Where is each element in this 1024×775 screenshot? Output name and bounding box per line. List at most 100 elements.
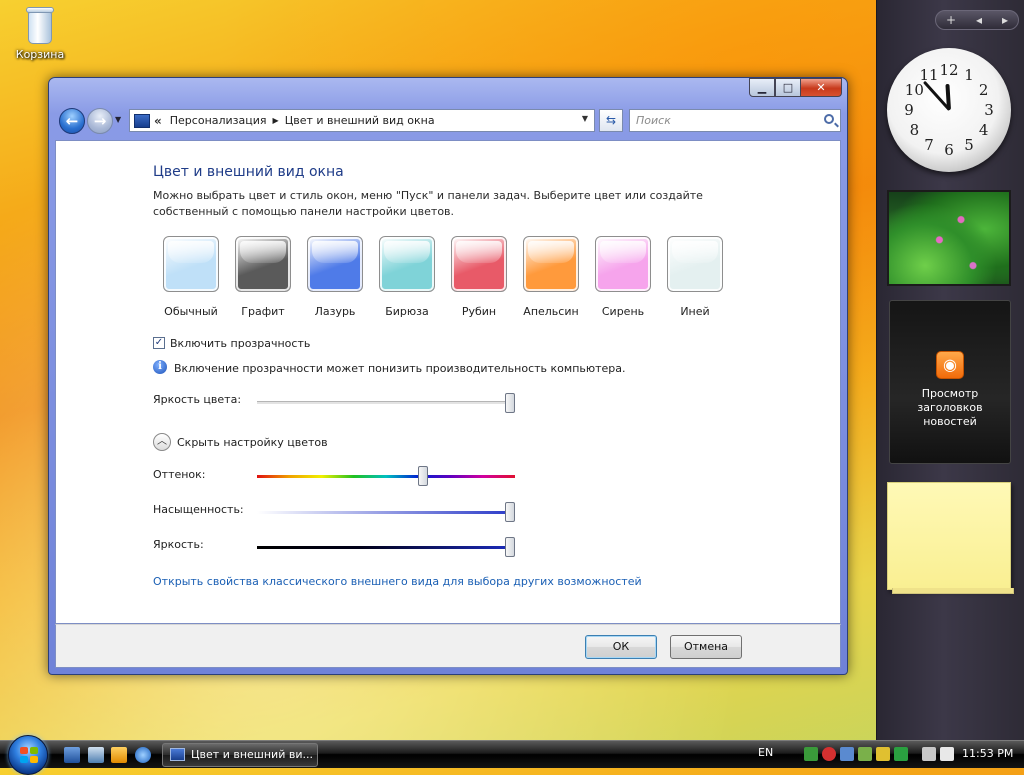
slideshow-gadget[interactable] xyxy=(887,190,1011,286)
switch-windows-icon[interactable] xyxy=(88,747,104,763)
hue-thumb[interactable] xyxy=(418,466,429,486)
address-dropdown-icon[interactable]: ▼ xyxy=(582,114,588,123)
tray-app-icon[interactable] xyxy=(840,747,854,761)
rss-gadget[interactable]: ◉ Просмотр заголовков новостей xyxy=(889,300,1011,464)
tray-warning-icon[interactable] xyxy=(876,747,890,761)
search-icon[interactable] xyxy=(824,114,834,124)
mixer-toggle-button[interactable]: ︿ xyxy=(153,433,171,451)
window-color-dialog: ▁ □ ✕ ← → ▼ « Персонализация ▶ Цвет и вн… xyxy=(48,77,848,675)
mixer-toggle-label[interactable]: Скрыть настройку цветов xyxy=(177,436,328,449)
transparency-checkbox[interactable]: ✓ xyxy=(153,337,165,349)
show-desktop-icon[interactable] xyxy=(64,747,80,763)
taskbar-window-label: Цвет и внешний ви... xyxy=(191,748,313,761)
clock-number: 4 xyxy=(978,121,989,139)
back-arrow-icon: ← xyxy=(65,112,79,130)
saturation-label: Насыщенность: xyxy=(153,503,244,516)
search-placeholder: Поиск xyxy=(636,114,671,127)
navigation-bar: ← → ▼ « Персонализация ▶ Цвет и внешний … xyxy=(55,106,841,136)
clock-number: 2 xyxy=(978,81,989,99)
tray-sync-icon[interactable] xyxy=(894,747,908,761)
swatch-label-4[interactable]: Рубин xyxy=(439,305,519,318)
tray-update-icon[interactable] xyxy=(858,747,872,761)
swatch-6[interactable] xyxy=(595,236,651,292)
swatch-label-7[interactable]: Иней xyxy=(655,305,735,318)
forward-arrow-icon: → xyxy=(93,112,107,130)
swatch-label-5[interactable]: Апельсин xyxy=(511,305,591,318)
hue-slider[interactable] xyxy=(257,466,515,486)
swatch-label-3[interactable]: Бирюза xyxy=(367,305,447,318)
notes-gadget[interactable] xyxy=(887,482,1014,594)
breadcrumb-overflow[interactable]: « xyxy=(154,114,162,128)
color-intensity-label: Яркость цвета: xyxy=(153,393,242,406)
saturation-slider[interactable] xyxy=(257,502,515,522)
tray-volume-icon[interactable] xyxy=(940,747,954,761)
tray-display-icon[interactable] xyxy=(922,747,936,761)
saturation-thumb[interactable] xyxy=(505,502,515,522)
hue-label: Оттенок: xyxy=(153,468,206,481)
next-gadget-button[interactable]: ▸ xyxy=(1002,13,1008,27)
swatch-1[interactable] xyxy=(235,236,291,292)
taskbar: Цвет и внешний ви... EN 11:53 PM xyxy=(0,735,1024,775)
brightness-label: Яркость: xyxy=(153,538,204,551)
clock-number: 8 xyxy=(909,121,920,139)
color-intensity-thumb[interactable] xyxy=(505,393,515,413)
breadcrumb-personalization[interactable]: Персонализация xyxy=(170,114,267,127)
swatch-4[interactable] xyxy=(451,236,507,292)
chevron-up-icon: ︿ xyxy=(157,436,167,447)
swatch-label-0[interactable]: Обычный xyxy=(151,305,231,318)
minimize-button[interactable]: ▁ xyxy=(749,78,775,97)
brightness-thumb[interactable] xyxy=(505,537,515,557)
swatch-7[interactable] xyxy=(667,236,723,292)
recycle-bin-icon xyxy=(24,4,56,46)
search-input[interactable]: Поиск xyxy=(629,109,841,132)
clock-number: 6 xyxy=(944,141,954,159)
info-icon: i xyxy=(153,360,167,374)
clock-number: 5 xyxy=(964,135,974,154)
close-button[interactable]: ✕ xyxy=(800,78,842,97)
swatch-label-6[interactable]: Сирень xyxy=(583,305,663,318)
swatch-label-2[interactable]: Лазурь xyxy=(295,305,375,318)
sidebar-controls: + ◂ ▸ xyxy=(935,10,1019,30)
swatch-0[interactable] xyxy=(163,236,219,292)
back-button[interactable]: ← xyxy=(59,108,85,134)
internet-explorer-icon[interactable] xyxy=(135,747,151,763)
refresh-button[interactable]: ⇆ xyxy=(599,109,623,132)
taskbar-clock[interactable]: 11:53 PM xyxy=(962,747,1013,760)
recycle-bin-shortcut[interactable]: Корзина xyxy=(12,4,68,61)
breadcrumb-window-color[interactable]: Цвет и внешний вид окна xyxy=(285,114,435,127)
address-bar[interactable]: « Персонализация ▶ Цвет и внешний вид ок… xyxy=(129,109,595,132)
windows-logo-icon xyxy=(20,747,38,763)
cancel-button[interactable]: Отмена xyxy=(670,635,742,659)
clock-gadget[interactable]: 12 1 2 3 4 5 6 7 8 9 10 11 xyxy=(887,48,1011,172)
recent-pages-dropdown[interactable]: ▼ xyxy=(115,115,121,124)
ok-button[interactable]: ОК xyxy=(585,635,657,659)
swatch-label-1[interactable]: Графит xyxy=(223,305,303,318)
language-indicator[interactable]: EN xyxy=(758,746,773,759)
tray-network-icon[interactable] xyxy=(804,747,818,761)
content-pane: Цвет и внешний вид окна Можно выбрать цв… xyxy=(55,140,841,624)
page-description: Можно выбрать цвет и стиль окон, меню "П… xyxy=(153,189,703,218)
swatch-3[interactable] xyxy=(379,236,435,292)
window-color-task-icon xyxy=(170,748,185,761)
rss-gadget-title: Просмотр заголовков новостей xyxy=(917,387,983,428)
tray-security-icon[interactable] xyxy=(822,747,836,761)
start-button[interactable] xyxy=(8,735,48,775)
classic-appearance-link[interactable]: Открыть свойства классического внешнего … xyxy=(153,575,642,588)
taskbar-window-button[interactable]: Цвет и внешний ви... xyxy=(162,743,318,767)
forward-button[interactable]: → xyxy=(87,108,113,134)
clock-number: 9 xyxy=(904,101,914,119)
color-intensity-slider[interactable] xyxy=(257,393,515,413)
page-title: Цвет и внешний вид окна xyxy=(153,164,344,180)
media-player-icon[interactable] xyxy=(111,747,127,763)
maximize-button[interactable]: □ xyxy=(775,78,801,97)
breadcrumb-separator-icon[interactable]: ▶ xyxy=(273,116,279,125)
add-gadget-button[interactable]: + xyxy=(946,13,956,27)
swatch-2[interactable] xyxy=(307,236,363,292)
prev-gadget-button[interactable]: ◂ xyxy=(976,13,982,27)
transparency-label[interactable]: Включить прозрачность xyxy=(170,337,310,350)
brightness-slider[interactable] xyxy=(257,537,515,557)
transparency-info-text: Включение прозрачности может понизить пр… xyxy=(174,362,626,375)
refresh-icon: ⇆ xyxy=(605,113,617,127)
swatch-5[interactable] xyxy=(523,236,579,292)
control-panel-icon xyxy=(134,113,150,128)
